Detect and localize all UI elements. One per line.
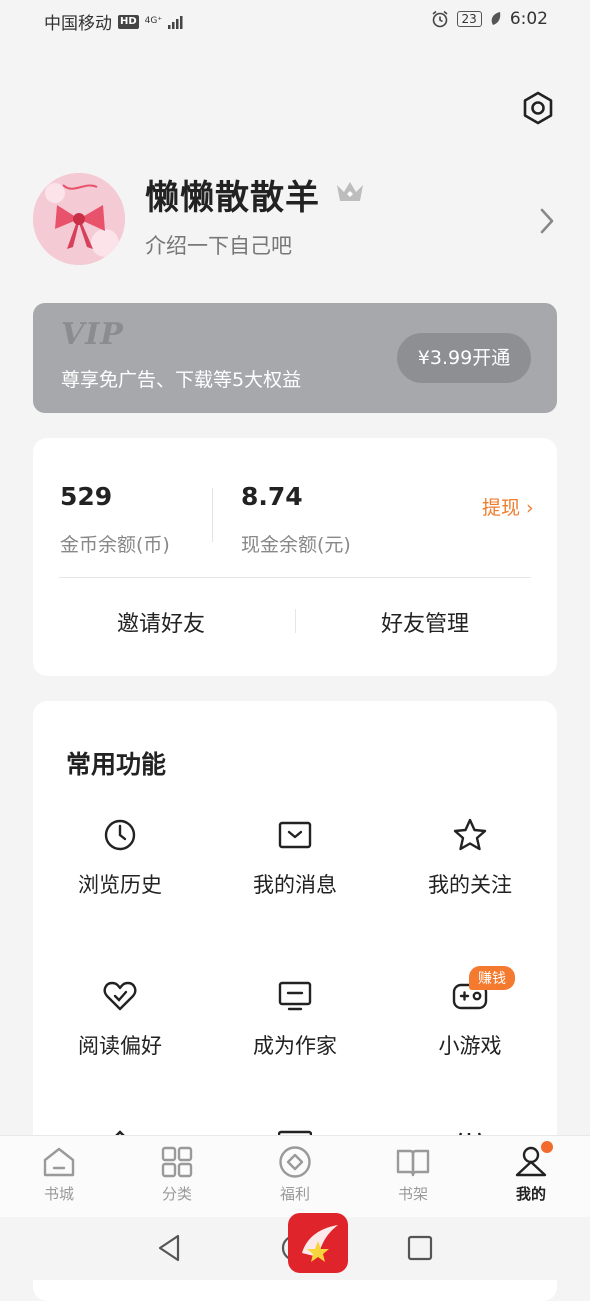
star-icon (453, 818, 487, 851)
vip-logo: VIP (61, 317, 124, 352)
earn-money-badge: 赚钱 (469, 966, 515, 990)
function-label: 我的消息 (253, 873, 337, 897)
heart-check-icon (103, 981, 137, 1011)
message-icon (278, 821, 312, 849)
function-label: 阅读偏好 (78, 1034, 162, 1058)
function-label: 浏览历史 (78, 873, 162, 897)
vip-open-button[interactable]: ¥3.99开通 (397, 333, 531, 383)
divider (295, 609, 296, 633)
vip-description: 尊享免广告、下载等5大权益 (61, 369, 302, 391)
battery-indicator: 23 (456, 11, 482, 27)
cash-balance-label: 现金余额(元) (241, 534, 351, 556)
tab-welfare[interactable]: 福利 (255, 1144, 335, 1204)
clock-icon (104, 819, 136, 851)
hd-icon: HD (118, 14, 139, 29)
function-label: 成为作家 (253, 1034, 337, 1058)
system-navigation-bar (0, 1213, 590, 1280)
tab-label: 我的 (515, 1185, 546, 1203)
tab-label: 书架 (397, 1185, 428, 1203)
grid-icon (161, 1146, 193, 1178)
book-icon (396, 1149, 430, 1177)
carrier-name: 中国移动 (44, 14, 112, 34)
bottom-tab-bar: 书城 分类 福利 书架 我的 (0, 1135, 590, 1218)
my-messages-item[interactable]: 我的消息 (208, 817, 382, 899)
tab-label: 福利 (279, 1185, 310, 1203)
coin-balance-label: 金币余额(币) (60, 534, 170, 556)
username: 懒懒散散羊 (145, 178, 320, 218)
tab-label: 书城 (43, 1185, 74, 1203)
tab-bookstore[interactable]: 书城 (19, 1144, 99, 1204)
vip-card[interactable]: VIP 尊享免广告、下载等5大权益 ¥3.99开通 (33, 303, 557, 413)
function-label: 我的关注 (428, 873, 512, 897)
my-follows-item[interactable]: 我的关注 (383, 817, 557, 899)
tab-category[interactable]: 分类 (137, 1144, 217, 1204)
app-floating-icon[interactable] (288, 1213, 348, 1273)
mini-games-item[interactable]: 小游戏 (383, 978, 557, 1060)
coin-balance-value[interactable]: 529 (60, 482, 112, 511)
network-label: 4G⁺ (144, 16, 163, 26)
divider (212, 488, 213, 542)
become-writer-item[interactable]: 成为作家 (208, 978, 382, 1060)
recent-apps-icon[interactable] (406, 1234, 434, 1262)
clock-time: 6:02 (509, 9, 548, 29)
invite-friends-button[interactable]: 邀请好友 (117, 606, 205, 638)
function-label: 小游戏 (438, 1034, 502, 1058)
section-title: 常用功能 (66, 750, 167, 779)
writer-screen-icon (278, 981, 312, 1011)
home-icon (43, 1147, 75, 1177)
divider (59, 577, 531, 578)
alarm-icon (432, 10, 448, 28)
chevron-right-icon[interactable] (538, 206, 556, 236)
reading-preference-item[interactable]: 阅读偏好 (33, 978, 207, 1060)
wallet-card: 529 金币余额(币) 8.74 现金余额(元) 提现 › 邀请好友 好友管理 (33, 438, 557, 676)
crown-icon (337, 182, 363, 201)
avatar[interactable] (33, 173, 125, 265)
coin-icon (279, 1146, 311, 1178)
notification-dot (541, 1141, 553, 1153)
status-bar: 中国移动 HD 4G⁺ 23 6:02 (0, 0, 590, 40)
signal-icon (168, 15, 183, 29)
leaf-icon (491, 12, 501, 25)
tab-label: 分类 (161, 1185, 192, 1203)
profile-bio: 介绍一下自己吧 (145, 234, 292, 258)
browse-history-item[interactable]: 浏览历史 (33, 817, 207, 899)
cash-balance-value[interactable]: 8.74 (241, 482, 303, 511)
app-logo-icon (302, 1225, 338, 1262)
back-icon[interactable] (156, 1233, 182, 1263)
friend-management-button[interactable]: 好友管理 (381, 606, 469, 638)
withdraw-link[interactable]: 提现 › (482, 493, 534, 520)
settings-gear-icon[interactable] (520, 90, 556, 126)
bow-avatar-icon (33, 173, 125, 265)
tab-bookshelf[interactable]: 书架 (373, 1144, 453, 1204)
tab-mine[interactable]: 我的 (491, 1144, 571, 1204)
